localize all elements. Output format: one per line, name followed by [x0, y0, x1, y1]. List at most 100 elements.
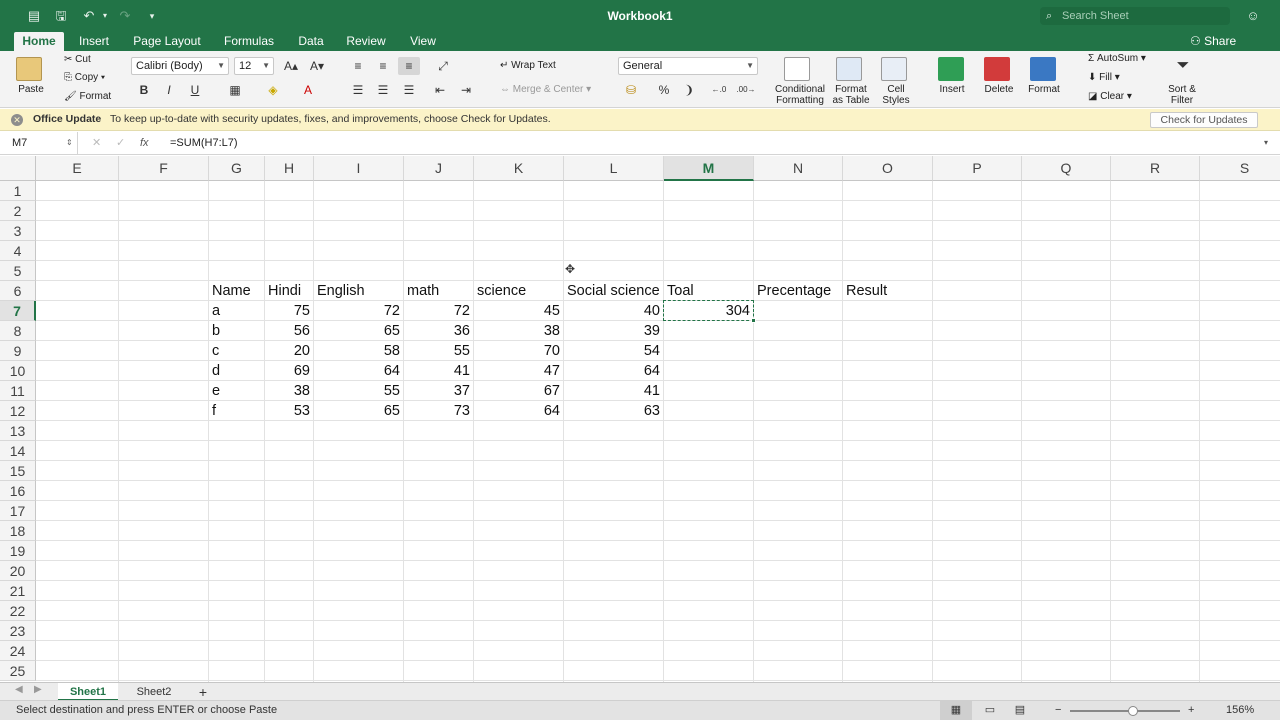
column-header-h[interactable]: H	[265, 156, 314, 181]
table-cell[interactable]: 38	[474, 321, 563, 341]
conditional-formatting-icon[interactable]	[784, 57, 810, 81]
clear-button[interactable]: ◪ Clear ▾	[1088, 91, 1132, 102]
table-cell[interactable]: 67	[474, 381, 563, 401]
table-cell[interactable]: 41	[404, 361, 473, 381]
merge-center-button[interactable]: ⇔ Merge & Center ▾	[500, 84, 591, 95]
cell-styles-label[interactable]: Cell Styles	[876, 84, 916, 106]
search-sheet-input[interactable]: ⌕ Search Sheet	[1040, 7, 1230, 25]
table-cell[interactable]: d	[209, 361, 264, 381]
row-header-11[interactable]: 11	[0, 381, 36, 401]
underline-button[interactable]: U	[184, 81, 206, 99]
font-name-select[interactable]: Calibri (Body) ▼	[131, 57, 229, 75]
table-cell[interactable]: 73	[404, 401, 473, 421]
row-header-20[interactable]: 20	[0, 561, 36, 581]
zoom-slider-thumb[interactable]	[1128, 706, 1138, 716]
table-header-cell[interactable]: Hindi	[265, 281, 314, 301]
table-cell[interactable]: 20	[265, 341, 313, 361]
decrease-indent-icon[interactable]: ⇤	[429, 81, 451, 99]
sheet-tab-sheet2[interactable]: Sheet2	[124, 683, 184, 701]
wrap-text-button[interactable]: ↵ Wrap Text	[500, 60, 556, 71]
row-header-17[interactable]: 17	[0, 501, 36, 521]
number-format-select[interactable]: General ▼	[618, 57, 758, 75]
align-bottom-icon[interactable]: ≡	[398, 57, 420, 75]
column-header-p[interactable]: P	[933, 156, 1022, 181]
table-cell[interactable]: b	[209, 321, 264, 341]
fill-color-icon[interactable]: ◈	[262, 81, 284, 99]
table-header-cell[interactable]: math	[404, 281, 474, 301]
row-header-10[interactable]: 10	[0, 361, 36, 381]
table-cell[interactable]	[664, 321, 753, 341]
increase-decimal-icon[interactable]: ←.0	[708, 81, 730, 99]
percent-icon[interactable]: %	[653, 81, 675, 99]
table-cell[interactable]	[664, 361, 753, 381]
table-cell[interactable]: 63	[564, 401, 663, 421]
tab-data[interactable]: Data	[292, 32, 330, 51]
column-header-k[interactable]: K	[474, 156, 564, 181]
table-cell[interactable]: 47	[474, 361, 563, 381]
select-all-corner[interactable]	[0, 156, 36, 181]
tab-review[interactable]: Review	[340, 32, 392, 51]
table-header-cell[interactable]: English	[314, 281, 404, 301]
format-as-table-label[interactable]: Format as Table	[826, 84, 876, 106]
check-for-updates-button[interactable]: Check for Updates	[1150, 112, 1258, 128]
column-header-n[interactable]: N	[754, 156, 843, 181]
insert-cells-icon[interactable]	[938, 57, 964, 81]
confirm-entry-icon[interactable]: ✓	[116, 132, 125, 154]
zoom-in-icon[interactable]: +	[1188, 701, 1194, 720]
table-header-cell[interactable]: Result	[843, 281, 933, 301]
tab-home[interactable]: Home	[14, 32, 64, 51]
table-cell[interactable]: 69	[265, 361, 313, 381]
table-cell[interactable]: 65	[314, 401, 403, 421]
row-header-6[interactable]: 6	[0, 281, 36, 301]
fill-handle[interactable]	[751, 318, 756, 323]
spreadsheet-grid[interactable]: E F G H I J K L M N O P Q R S 1 2 3 4 5 6 7 8 9 10 11 12 13 14 15 16 17…	[0, 156, 1280, 682]
column-header-m[interactable]: M	[664, 156, 754, 181]
paste-label[interactable]: Paste	[12, 84, 50, 95]
table-cell[interactable]: c	[209, 341, 264, 361]
align-center-icon[interactable]: ☰	[372, 81, 394, 99]
table-cell[interactable]: 53	[265, 401, 313, 421]
sort-filter-icon[interactable]: ⏷	[1168, 57, 1198, 75]
row-header-21[interactable]: 21	[0, 581, 36, 601]
table-cell[interactable]: 72	[404, 301, 473, 321]
sheet-tab-sheet1[interactable]: Sheet1	[58, 683, 118, 701]
table-cell[interactable]: 39	[564, 321, 663, 341]
row-header-24[interactable]: 24	[0, 641, 36, 661]
row-header-19[interactable]: 19	[0, 541, 36, 561]
table-cell[interactable]: 70	[474, 341, 563, 361]
row-header-9[interactable]: 9	[0, 341, 36, 361]
table-header-cell[interactable]: science	[474, 281, 564, 301]
row-header-14[interactable]: 14	[0, 441, 36, 461]
table-cell[interactable]: 58	[314, 341, 403, 361]
table-cell[interactable]: a	[209, 301, 264, 321]
page-break-view-icon[interactable]: ▤	[1010, 701, 1030, 720]
normal-view-icon[interactable]: ▦	[940, 701, 972, 720]
row-header-8[interactable]: 8	[0, 321, 36, 341]
column-header-e[interactable]: E	[36, 156, 119, 181]
format-cells-label[interactable]: Format	[1022, 84, 1066, 95]
column-header-g[interactable]: G	[209, 156, 265, 181]
comma-style-icon[interactable]: ❩	[678, 81, 700, 99]
borders-icon[interactable]: ▦	[224, 81, 246, 99]
table-cell[interactable]: e	[209, 381, 264, 401]
column-header-f[interactable]: F	[119, 156, 209, 181]
delete-cells-icon[interactable]	[984, 57, 1010, 81]
increase-indent-icon[interactable]: ⇥	[455, 81, 477, 99]
align-top-icon[interactable]: ≡	[347, 57, 369, 75]
table-cell[interactable]: 36	[404, 321, 473, 341]
font-size-select[interactable]: 12 ▼	[234, 57, 274, 75]
table-header-cell[interactable]: Name	[209, 281, 265, 301]
cut-button[interactable]: ✂ Cut	[64, 54, 91, 65]
row-header-23[interactable]: 23	[0, 621, 36, 641]
column-header-l[interactable]: L	[564, 156, 664, 181]
table-cell[interactable]	[664, 381, 753, 401]
align-right-icon[interactable]: ☰	[398, 81, 420, 99]
active-cell-selection[interactable]	[663, 300, 754, 321]
row-header-25[interactable]: 25	[0, 661, 36, 681]
table-cell[interactable]: 64	[314, 361, 403, 381]
table-cell[interactable]: 56	[265, 321, 313, 341]
font-color-icon[interactable]: A	[297, 81, 319, 99]
name-box[interactable]: M7 ⇕	[0, 132, 78, 154]
column-header-r[interactable]: R	[1111, 156, 1200, 181]
table-cell[interactable]	[664, 401, 753, 421]
